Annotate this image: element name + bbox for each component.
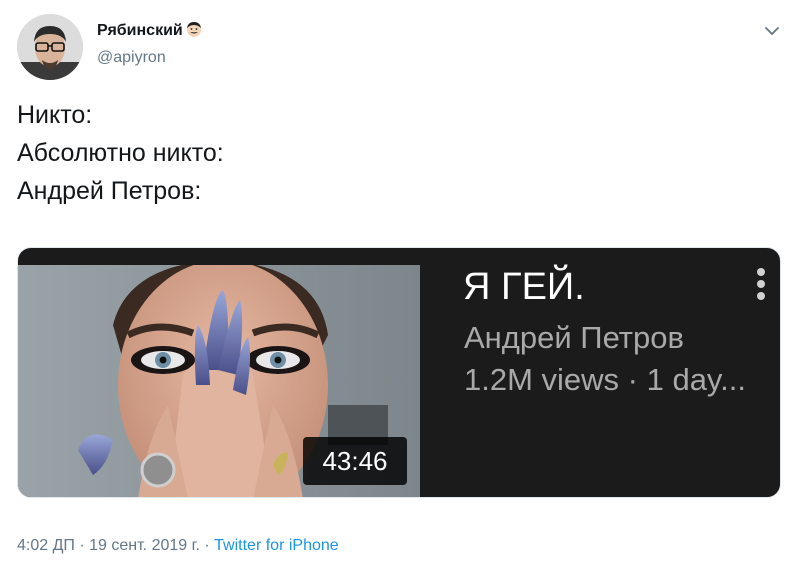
author-name[interactable]: Рябинский (97, 20, 203, 43)
tweet: Рябинский @apiyron Никто: Абсолютно никт… (0, 0, 800, 576)
author-handle[interactable]: @apiyron (97, 49, 166, 67)
avatar-image (17, 14, 83, 80)
footer-separator: · (74, 537, 90, 554)
tweet-text-line: Абсолютно никто: (17, 139, 224, 167)
more-vertical-icon[interactable] (754, 268, 768, 304)
tweet-text-line: Никто: (17, 101, 93, 129)
media-card[interactable]: 43:46 Я ГЕЙ. Андрей Петров 1.2M views · … (17, 247, 781, 498)
tweet-text-line: Андрей Петров: (17, 177, 202, 205)
chevron-down-icon[interactable] (759, 18, 785, 44)
video-channel-name[interactable]: Андрей Петров (464, 320, 684, 356)
tweet-source-link[interactable]: Twitter for iPhone (214, 537, 339, 554)
video-duration: 43:46 (303, 437, 407, 485)
video-meta: 1.2M views · 1 day... (464, 362, 746, 397)
tweet-footer: 4:02 ДП · 19 сент. 2019 г. · Twitter for… (17, 537, 339, 555)
tweet-time[interactable]: 4:02 ДП (17, 537, 75, 554)
footer-separator: · (199, 537, 215, 554)
video-thumbnail[interactable]: 43:46 (18, 265, 420, 497)
man-with-mustache-emoji-icon (185, 20, 203, 43)
video-title[interactable]: Я ГЕЙ. (463, 266, 585, 309)
author-name-text: Рябинский (97, 22, 183, 39)
tweet-text: Никто: Абсолютно никто: Андрей Петров: (17, 96, 224, 210)
tweet-date[interactable]: 19 сент. 2019 г. (89, 537, 200, 554)
avatar[interactable] (17, 14, 83, 80)
